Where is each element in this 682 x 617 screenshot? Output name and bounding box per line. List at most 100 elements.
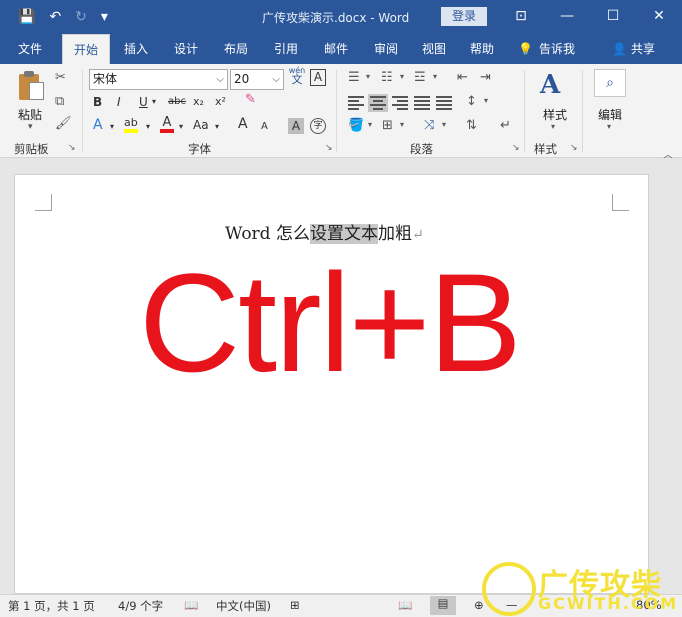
tab-help[interactable]: 帮助 xyxy=(462,34,502,64)
chevron-down-icon[interactable]: ▾ xyxy=(433,72,437,81)
chevron-down-icon[interactable]: ▾ xyxy=(442,120,446,129)
chevron-down-icon[interactable]: ▾ xyxy=(146,119,150,135)
chevron-down-icon[interactable]: ▾ xyxy=(366,72,370,81)
shading-icon[interactable]: 🪣 xyxy=(348,118,364,133)
enclose-characters-button[interactable]: 字 xyxy=(310,118,326,134)
paste-icon[interactable] xyxy=(17,70,45,102)
print-layout-icon[interactable]: ▤ xyxy=(430,596,456,615)
ribbon-display-icon[interactable]: ⊡ xyxy=(498,0,544,34)
superscript-button[interactable]: x² xyxy=(215,94,226,110)
highlight-button[interactable]: ab xyxy=(124,116,138,133)
character-shading-button[interactable]: A xyxy=(288,118,304,134)
decrease-indent-icon[interactable]: ⇤ xyxy=(457,70,468,85)
document-page[interactable]: Word 怎么设置文本加粗↵ Ctrl+B xyxy=(14,174,649,594)
paragraph-launcher-icon[interactable]: ↘ xyxy=(512,143,520,153)
asian-layout-icon[interactable]: ⤨ xyxy=(424,118,434,133)
tab-home[interactable]: 开始 xyxy=(62,34,110,64)
tab-references[interactable]: 引用 xyxy=(266,34,306,64)
editing-button[interactable]: 编辑 xyxy=(598,106,622,123)
underline-button[interactable]: U xyxy=(139,94,148,110)
save-icon[interactable]: 💾 xyxy=(18,8,35,26)
grow-font-button[interactable]: A xyxy=(238,116,248,132)
line-spacing-icon[interactable]: ↕ xyxy=(466,94,477,109)
justify-icon[interactable] xyxy=(414,96,430,110)
align-center-icon[interactable] xyxy=(368,94,388,112)
bullets-icon[interactable]: ☰ xyxy=(348,70,360,85)
language-status[interactable]: 中文(中国) xyxy=(216,598,271,614)
paste-dropdown-icon[interactable]: ▾ xyxy=(28,122,33,132)
search-icon[interactable]: ⌕ xyxy=(594,69,626,97)
maximize-button[interactable]: ☐ xyxy=(590,0,636,34)
minimize-button[interactable]: — xyxy=(544,0,590,34)
font-name-combo[interactable]: 宋体 ⌵ xyxy=(89,69,228,90)
font-color-button[interactable]: A xyxy=(160,116,174,133)
redo-icon[interactable]: ↻ xyxy=(75,8,87,26)
italic-button[interactable]: I xyxy=(117,94,121,110)
word-count[interactable]: 4/9 个字 xyxy=(118,598,163,614)
chevron-down-icon[interactable]: ▾ xyxy=(215,119,219,135)
copy-icon[interactable]: ⧉ xyxy=(55,94,64,109)
styles-launcher-icon[interactable]: ↘ xyxy=(570,143,578,153)
share-label: 共享 xyxy=(630,42,655,56)
font-size-value: 20 xyxy=(234,72,250,86)
undo-icon[interactable]: ↶ xyxy=(49,8,61,26)
close-button[interactable]: ✕ xyxy=(636,0,682,34)
login-button[interactable]: 登录 xyxy=(441,7,487,26)
format-painter-icon[interactable]: 🖌 xyxy=(55,116,72,131)
multilevel-list-icon[interactable]: ☲ xyxy=(414,70,426,85)
read-mode-icon[interactable]: 📖 xyxy=(398,598,412,612)
show-marks-icon[interactable]: ↵ xyxy=(500,118,511,133)
shortcut-text[interactable]: Ctrl+B xyxy=(139,253,522,393)
tab-insert[interactable]: 插入 xyxy=(116,34,156,64)
macro-icon[interactable]: ⊞ xyxy=(290,598,300,612)
increase-indent-icon[interactable]: ⇥ xyxy=(480,70,491,85)
styles-icon[interactable]: A xyxy=(540,70,560,100)
clear-formatting-icon[interactable]: ✎ xyxy=(245,92,256,107)
cut-icon[interactable]: ✂ xyxy=(55,70,66,85)
align-left-icon[interactable] xyxy=(348,96,364,110)
phonetic-guide-button[interactable]: wén 文 xyxy=(288,66,306,85)
chevron-down-icon[interactable]: ▾ xyxy=(400,120,404,129)
font-launcher-icon[interactable]: ↘ xyxy=(325,143,333,153)
tab-layout[interactable]: 布局 xyxy=(216,34,256,64)
chevron-down-icon[interactable]: ▾ xyxy=(152,94,156,110)
styles-group-label: 样式 xyxy=(534,142,557,156)
text-before-selection: Word 怎么 xyxy=(225,224,310,244)
paste-button[interactable]: 粘贴 xyxy=(18,106,42,123)
paragraph-group-label: 段落 xyxy=(410,142,433,156)
tell-me-search[interactable]: 💡 告诉我 xyxy=(518,34,575,64)
chevron-down-icon[interactable]: ▾ xyxy=(607,122,611,131)
page-count[interactable]: 第 1 页，共 1 页 xyxy=(8,598,95,614)
distributed-icon[interactable] xyxy=(436,96,452,110)
numbering-icon[interactable]: ☷ xyxy=(381,70,393,85)
chevron-down-icon[interactable]: ▾ xyxy=(179,119,183,135)
chevron-down-icon[interactable]: ▾ xyxy=(110,119,114,135)
change-case-button[interactable]: Aa xyxy=(193,117,209,133)
borders-icon[interactable]: ⊞ xyxy=(382,118,393,133)
font-size-combo[interactable]: 20 ⌵ xyxy=(230,69,284,90)
proofing-icon[interactable]: 📖 xyxy=(184,598,198,612)
tab-file[interactable]: 文件 xyxy=(10,34,50,64)
customize-qat-icon[interactable]: ▾ xyxy=(101,8,108,26)
chevron-down-icon[interactable]: ▾ xyxy=(551,122,555,131)
shrink-font-button[interactable]: A xyxy=(261,119,268,135)
styles-button[interactable]: 样式 xyxy=(543,106,567,123)
chevron-down-icon[interactable]: ▾ xyxy=(400,72,404,81)
chevron-down-icon[interactable]: ▾ xyxy=(484,96,488,105)
sort-icon[interactable]: ⇅ xyxy=(466,118,477,133)
chevron-down-icon[interactable]: ▾ xyxy=(368,120,372,129)
tab-review[interactable]: 审阅 xyxy=(366,34,406,64)
tab-mailings[interactable]: 邮件 xyxy=(316,34,356,64)
align-right-icon[interactable] xyxy=(392,96,408,110)
tab-design[interactable]: 设计 xyxy=(166,34,206,64)
margin-corner xyxy=(612,194,629,211)
bold-button[interactable]: B xyxy=(93,94,102,110)
subscript-button[interactable]: x₂ xyxy=(193,94,204,110)
strikethrough-button[interactable]: abc xyxy=(168,94,186,110)
clipboard-launcher-icon[interactable]: ↘ xyxy=(68,143,76,153)
character-border-button[interactable]: A xyxy=(310,69,326,86)
share-button[interactable]: 👤 共享 xyxy=(612,34,655,64)
text-effects-button[interactable]: A xyxy=(93,117,103,133)
tab-view[interactable]: 视图 xyxy=(414,34,454,64)
document-heading-line[interactable]: Word 怎么设置文本加粗↵ xyxy=(225,219,424,244)
